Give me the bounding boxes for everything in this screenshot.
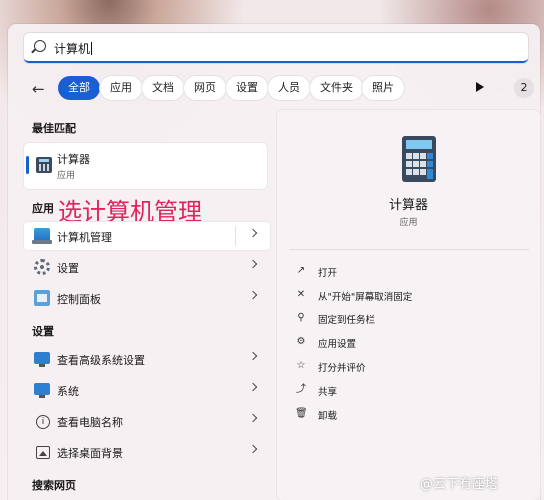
app-item-label: 控制面板 (57, 293, 101, 306)
app-item-control-panel[interactable]: 控制面板 (24, 284, 270, 312)
action-label: 打分并评价 (318, 363, 366, 374)
best-match-type: 应用 (57, 171, 76, 181)
divider (289, 249, 529, 250)
monitor-icon (34, 383, 50, 398)
filter-apps[interactable]: 应用 (100, 76, 142, 100)
filter-documents[interactable]: 文档 (142, 76, 184, 100)
action-label: 卸载 (318, 411, 338, 422)
result-count-badge[interactable]: 2 (514, 78, 534, 98)
chevron-right-icon[interactable] (248, 290, 258, 300)
selection-indicator (26, 156, 29, 174)
action-label: 从"开始"屏幕取消固定 (318, 292, 413, 303)
share-icon: ⤴ (296, 384, 306, 395)
chevron-right-icon[interactable] (248, 413, 258, 423)
detail-title: 计算器 (388, 198, 428, 213)
chevron-right-icon[interactable] (248, 259, 258, 269)
search-icon (34, 40, 46, 52)
divider (235, 226, 236, 246)
picture-icon (36, 446, 50, 459)
calculator-icon (36, 157, 52, 173)
setting-item-label: 查看电脑名称 (57, 416, 123, 429)
star-icon: ☆ (296, 360, 306, 371)
chevron-right-icon[interactable] (248, 351, 258, 361)
computer-management-icon (32, 228, 52, 244)
best-match-heading: 最佳匹配 (32, 122, 76, 135)
control-panel-icon (34, 290, 50, 306)
filter-bar: ← 全部 应用 文档 网页 设置 人员 文件夹 照片 2 (28, 76, 538, 100)
back-arrow-icon[interactable]: ← (32, 80, 45, 98)
action-label: 应用设置 (318, 339, 357, 350)
setting-item-label: 系统 (57, 385, 79, 398)
monitor-icon (34, 352, 50, 367)
trash-icon: 🗑 (295, 408, 308, 419)
setting-item-advanced-system[interactable]: 查看高级系统设置 (24, 345, 270, 373)
search-input[interactable]: 计算机 (24, 33, 528, 63)
more-filters-play-icon[interactable] (476, 82, 484, 92)
filter-people[interactable]: 人员 (268, 76, 310, 100)
app-item-label: 设置 (57, 262, 79, 275)
pin-icon: ⚲ (297, 312, 305, 323)
best-match-item[interactable]: 计算器 应用 (24, 143, 267, 189)
unpin-icon: ✕ (296, 289, 306, 300)
app-item-label: 计算机管理 (57, 231, 112, 244)
filter-settings[interactable]: 设置 (226, 76, 268, 100)
detail-type: 应用 (399, 218, 418, 228)
filter-folders[interactable]: 文件夹 (310, 76, 363, 100)
chevron-right-icon[interactable] (248, 228, 258, 238)
setting-item-label: 选择桌面背景 (57, 447, 123, 460)
setting-item-pc-name[interactable]: i 查看电脑名称 (24, 407, 270, 435)
app-item-settings[interactable]: 设置 (24, 253, 270, 281)
setting-item-system[interactable]: 系统 (24, 376, 270, 404)
filter-web[interactable]: 网页 (184, 76, 226, 100)
setting-item-desktop-background[interactable]: 选择桌面背景 (24, 438, 270, 466)
chevron-right-icon[interactable] (248, 382, 258, 392)
filter-photos[interactable]: 照片 (362, 76, 404, 100)
gear-icon (34, 259, 50, 275)
detail-pane: 计算器 应用 ↗ 打开 ✕ 从"开始"屏幕取消固定 ⚲ 固定到任务栏 ⚙ 应用设… (277, 110, 540, 500)
open-external-icon: ↗ (296, 265, 306, 276)
chevron-right-icon[interactable] (248, 444, 258, 454)
gear-icon: ⚙ (296, 336, 306, 347)
info-icon: i (36, 415, 50, 429)
watermark: @云下有座塔 (420, 477, 499, 492)
action-label: 打开 (318, 268, 338, 279)
settings-heading: 设置 (32, 325, 54, 338)
text-caret (91, 42, 93, 55)
action-label: 固定到任务栏 (318, 315, 376, 326)
web-search-heading: 搜索网页 (32, 479, 76, 492)
app-item-computer-management[interactable]: 计算机管理 (24, 222, 270, 250)
apps-heading: 应用 (32, 202, 54, 215)
best-match-name: 计算器 (57, 153, 90, 166)
search-query: 计算机 (54, 42, 91, 56)
action-label: 共享 (318, 387, 338, 398)
setting-item-label: 查看高级系统设置 (57, 354, 145, 367)
calculator-large-icon (402, 136, 436, 182)
filter-all[interactable]: 全部 (58, 76, 100, 100)
